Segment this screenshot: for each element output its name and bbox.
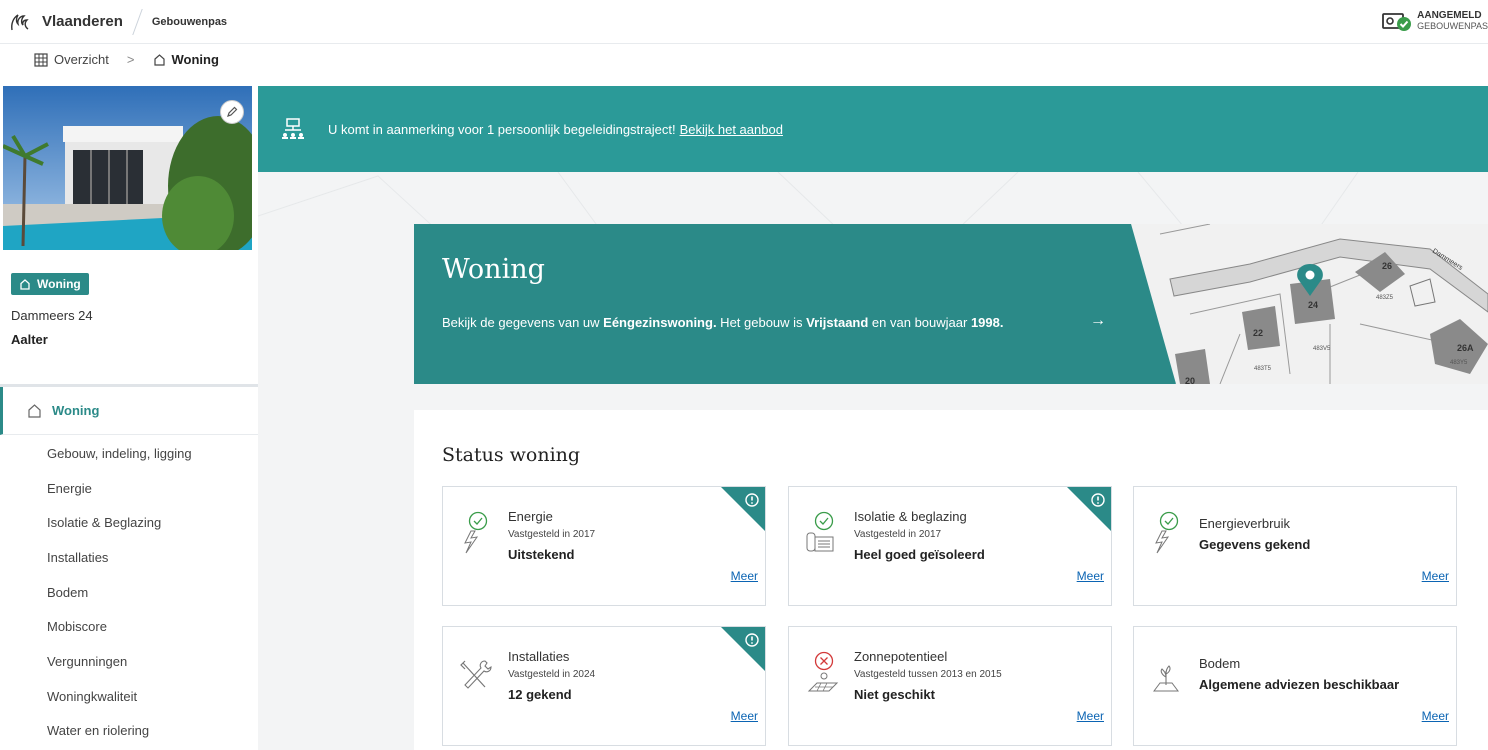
card-value: Niet geschikt (854, 687, 935, 702)
sidebar-item-installaties[interactable]: Installaties (0, 540, 258, 575)
status-card-zonnepotentieel[interactable]: Zonnepotentieel Vastgesteld tussen 2013 … (788, 626, 1112, 746)
network-icon (282, 118, 304, 139)
edit-photo-button[interactable] (220, 100, 244, 124)
energy-usage-check-icon (1155, 511, 1179, 554)
breadcrumb-current-label: Woning (171, 52, 219, 67)
breadcrumb-current: Woning (153, 52, 219, 67)
card-title: Energieverbruik (1199, 516, 1291, 531)
breadcrumb: Overzicht > Woning (34, 52, 219, 67)
card-title: Bodem (1199, 656, 1241, 671)
card-subtitle: Vastgesteld in 2017 (508, 529, 596, 540)
more-link[interactable]: Meer (1077, 569, 1104, 583)
tools-icon (460, 660, 492, 689)
sidebar-item-bodem[interactable]: Bodem (0, 575, 258, 610)
card-title: Isolatie & beglazing (854, 509, 967, 524)
status-card-bodem[interactable]: Bodem Algemene adviezen beschikbaar Meer (1133, 626, 1457, 746)
sidebar-item-label: Woning (52, 403, 100, 418)
woning-tag: Woning (11, 273, 89, 295)
card-title: Installaties (508, 649, 570, 664)
banner-link[interactable]: Bekijk het aanbod (680, 122, 783, 137)
woning-hero-card[interactable]: Woning Bekijk de gegevens van uw Eéngezi… (414, 224, 1488, 384)
more-link[interactable]: Meer (1422, 709, 1449, 723)
alert-corner-icon (721, 487, 765, 531)
map-label-p4: 483Y5 (1450, 360, 1468, 366)
soil-plant-icon (1153, 665, 1179, 692)
card-title: Energie (508, 509, 553, 524)
sidebar-item-isolatie[interactable]: Isolatie & Beglazing (0, 505, 258, 540)
woning-tag-label: Woning (37, 277, 81, 291)
app-name[interactable]: Gebouwenpas (142, 16, 227, 28)
card-value: Gegevens gekend (1199, 537, 1311, 552)
card-subtitle: Vastgesteld in 2017 (854, 529, 942, 540)
house-icon (20, 279, 30, 290)
map-label-20: 20 (1185, 376, 1195, 384)
status-card-energie[interactable]: Energie Vastgesteld in 2017 Uitstekend M… (442, 486, 766, 606)
sidebar-item-mobiscore[interactable]: Mobiscore (0, 609, 258, 644)
grid-icon (34, 52, 48, 67)
sidebar-item-woning[interactable]: Woning (0, 387, 258, 435)
top-header: Vlaanderen Gebouwenpas AANGEMELD GEBOUWE… (0, 0, 1488, 44)
more-link[interactable]: Meer (731, 569, 758, 583)
map-label-p1: 483Z5 (1376, 295, 1394, 301)
card-value: Algemene adviezen beschikbaar (1199, 677, 1400, 692)
card-value: 12 gekend (508, 687, 572, 702)
house-photo (3, 86, 252, 250)
more-link[interactable]: Meer (731, 709, 758, 723)
hero-description: Bekijk de gegevens van uw Eéngezinswonin… (442, 315, 1004, 330)
map-label-22: 22 (1253, 328, 1263, 338)
sidebar-item-woningkwaliteit[interactable]: Woningkwaliteit (0, 679, 258, 714)
breadcrumb-overview-label: Overzicht (54, 52, 109, 67)
card-value: Uitstekend (508, 547, 575, 562)
arrow-right-icon[interactable]: → (1090, 312, 1106, 330)
id-card-check-icon (1382, 13, 1412, 31)
sidebar-subnav: Gebouw, indeling, ligging Energie Isolat… (0, 436, 258, 748)
sidebar-item-gebouw[interactable]: Gebouw, indeling, ligging (0, 436, 258, 471)
status-card-energieverbruik[interactable]: Energieverbruik Gegevens gekend Meer (1133, 486, 1457, 606)
map-label-26: 26 (1382, 261, 1392, 271)
breadcrumb-separator: > (126, 52, 135, 67)
sidebar: Woning Dammeers 24 Aalter Woning Gebouw,… (0, 86, 258, 750)
hero-title: Woning (442, 254, 545, 285)
map-label-p3: 483T5 (1254, 366, 1272, 372)
info-banner: U komt in aanmerking voor 1 persoonlijk … (258, 86, 1488, 172)
card-title: Zonnepotentieel (854, 649, 948, 664)
status-panel: Status woning Energie Vastgesteld in 201… (414, 410, 1488, 750)
house-icon (28, 404, 41, 418)
insulation-check-icon (806, 511, 834, 552)
alert-corner-icon (721, 627, 765, 671)
map-label-26a: 26A (1457, 343, 1474, 353)
login-line1: AANGEMELD (1417, 10, 1482, 21)
solar-panel-error-icon (807, 651, 839, 692)
pencil-icon (227, 106, 238, 117)
more-link[interactable]: Meer (1422, 569, 1449, 583)
banner-text: U komt in aanmerking voor 1 persoonlijk … (328, 121, 676, 137)
status-card-isolatie[interactable]: Isolatie & beglazing Vastgesteld in 2017… (788, 486, 1112, 606)
address-street: Dammeers 24 (11, 308, 93, 323)
energy-check-icon (464, 511, 488, 554)
card-value: Heel goed geïsoleerd (854, 547, 985, 562)
main-content: U komt in aanmerking voor 1 persoonlijk … (258, 86, 1488, 750)
status-title: Status woning (442, 444, 581, 466)
vlaanderen-lion-logo-icon[interactable] (0, 0, 38, 44)
cadastral-map[interactable]: Dammeers 26 24 22 20 26A 483Z5 483V5 483… (1130, 224, 1488, 384)
more-link[interactable]: Meer (1077, 709, 1104, 723)
brand-name[interactable]: Vlaanderen (38, 13, 133, 30)
alert-corner-icon (1067, 487, 1111, 531)
login-line2: GEBOUWENPAS (1417, 21, 1488, 31)
status-card-installaties[interactable]: Installaties Vastgesteld in 2024 12 geke… (442, 626, 766, 746)
sidebar-item-energie[interactable]: Energie (0, 471, 258, 506)
address-city: Aalter (11, 332, 48, 347)
card-subtitle: Vastgesteld tussen 2013 en 2015 (854, 669, 1002, 680)
house-icon (153, 54, 165, 66)
card-subtitle: Vastgesteld in 2024 (508, 669, 596, 680)
map-label-24: 24 (1308, 300, 1318, 310)
map-label-p2: 483V5 (1313, 346, 1331, 352)
sidebar-item-water[interactable]: Water en riolering (0, 714, 258, 749)
sidebar-item-vergunningen[interactable]: Vergunningen (0, 644, 258, 679)
breadcrumb-overview[interactable]: Overzicht (34, 52, 109, 67)
login-status[interactable]: AANGEMELD GEBOUWENPAS (1381, 10, 1488, 32)
